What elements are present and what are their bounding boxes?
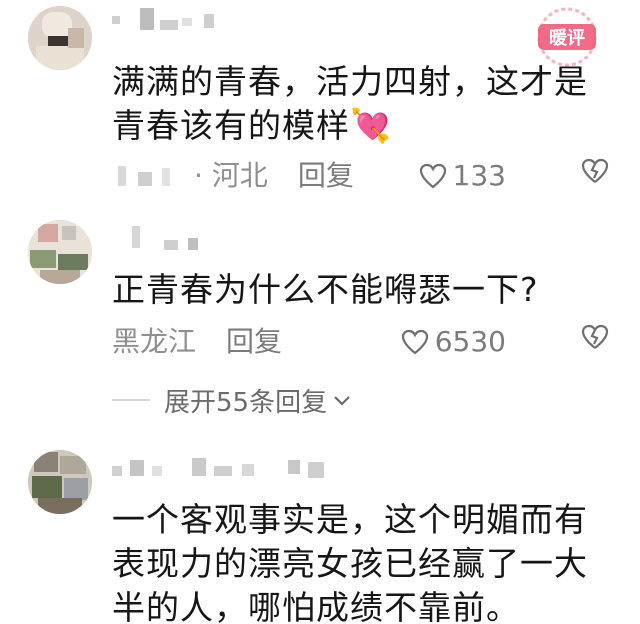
broken-heart-icon [581,324,609,349]
chevron-down-icon [333,388,351,412]
avatar[interactable] [28,6,92,70]
comment-meta: · 河北 回复 133 [112,156,610,196]
location-label: 黑龙江 [112,325,197,358]
comment-text: 正青春为什么不能嘚瑟一下? [112,270,539,309]
username-blurred[interactable] [112,8,252,32]
avatar[interactable] [28,220,92,284]
comment-meta: 黑龙江 回复 6530 [112,322,610,362]
comment-text: 满满的青春，活力四射，这才是青春该有的模样💘 [112,60,600,148]
expand-replies-button[interactable]: 展开55条回复 [112,380,351,420]
username-small-blurred [112,164,188,188]
comment-text: 一个客观事实是，这个明媚而有表现力的漂亮女孩已经赢了一大半的人，哪怕成绩不靠前。 [112,500,588,624]
dislike-button[interactable] [580,322,610,362]
heart-outline-icon [419,163,446,189]
like-count: 6530 [434,325,506,358]
svg-text:暖评: 暖评 [549,27,585,49]
dislike-button[interactable] [580,156,610,196]
reply-button[interactable]: 回复 [298,156,354,196]
reply-button[interactable]: 回复 [226,322,282,362]
avatar[interactable] [28,450,92,514]
heart-ribbon-emoji: 💘 [350,106,393,145]
expand-replies-label: 展开55条回复 [164,387,328,418]
location-label: · 河北 [194,159,268,192]
like-button[interactable]: 6530 [401,322,506,362]
like-button[interactable]: 133 [419,156,506,196]
divider-line [112,399,150,401]
like-count: 133 [452,159,506,192]
username-blurred[interactable] [112,456,352,480]
username-blurred[interactable] [112,226,252,250]
broken-heart-icon [581,158,609,183]
heart-outline-icon [401,329,428,355]
